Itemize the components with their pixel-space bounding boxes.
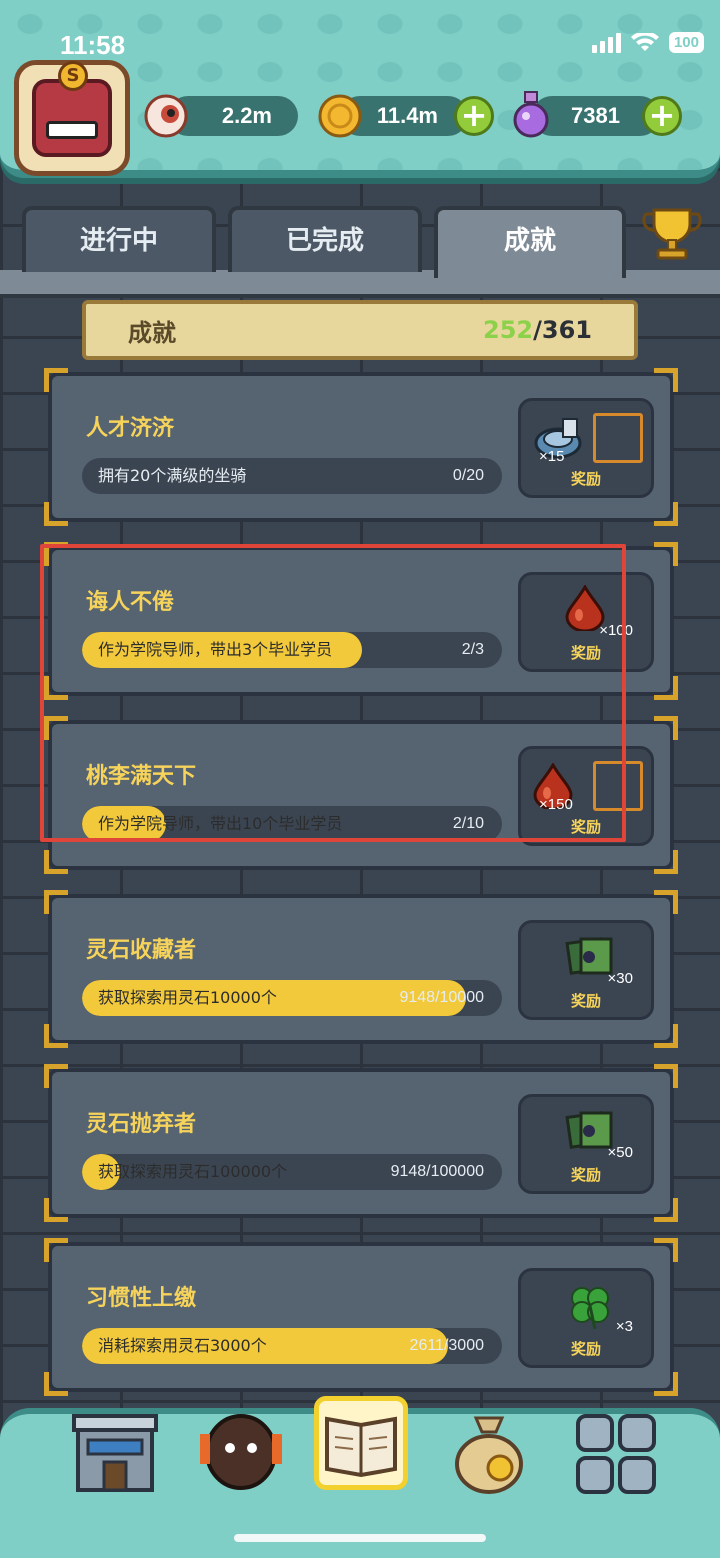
card-corner-ornament xyxy=(654,502,678,526)
empty-reward-slot xyxy=(593,413,643,463)
achievement-description: 消耗探索用灵石3000个 xyxy=(98,1336,267,1355)
resource-coin-value: 11.4m xyxy=(376,103,438,128)
reward-quantity: ×30 xyxy=(607,970,633,987)
grid-icon xyxy=(576,1414,656,1494)
reward-label: 奖励 xyxy=(570,992,601,1010)
achievement-title: 人才济济 xyxy=(86,416,175,441)
summary-separator: / xyxy=(533,316,542,344)
progress-bar: 消耗探索用灵石3000个 2611/3000 xyxy=(82,1328,502,1364)
achievement-title: 灵石抛弃者 xyxy=(86,1112,197,1137)
reward-box[interactable]: ×30 奖励 xyxy=(518,920,654,1020)
nav-monster[interactable] xyxy=(196,1404,286,1494)
eye-icon xyxy=(144,94,188,138)
status-time: 11:58 xyxy=(60,30,126,60)
coin-icon xyxy=(318,94,362,138)
card-corner-ornament xyxy=(654,850,678,874)
nav-money-bag[interactable] xyxy=(444,1406,534,1496)
summary-current: 252 xyxy=(483,316,534,344)
card-corner-ornament xyxy=(654,1024,678,1048)
card-corner-ornament xyxy=(44,368,68,392)
achievement-card[interactable]: 习惯性上缴消耗探索用灵石3000个 2611/3000 ×3 奖励 xyxy=(44,1238,678,1396)
highlight-box xyxy=(40,544,626,842)
card-corner-ornament xyxy=(44,1198,68,1222)
card-corner-ornament xyxy=(44,1238,68,1262)
signal-icon xyxy=(591,32,621,53)
reward-quantity: ×3 xyxy=(615,1318,633,1335)
reward-box[interactable]: ×3 奖励 xyxy=(518,1268,654,1368)
summary-count: 252/361 xyxy=(483,316,592,344)
card-corner-ornament xyxy=(654,542,678,566)
card-corner-ornament xyxy=(654,676,678,700)
reward-box[interactable]: ×15 奖励 xyxy=(518,398,654,498)
nav-building[interactable] xyxy=(70,1406,160,1496)
resource-eye-value: 2.2m xyxy=(221,103,272,128)
progress-bar: 获取探索用灵石10000个 9148/10000 xyxy=(82,980,502,1016)
wifi-icon xyxy=(630,32,659,51)
reward-label: 奖励 xyxy=(570,1340,601,1358)
reward-quantity: ×15 xyxy=(539,448,565,465)
achievement-card[interactable]: 人才济济拥有20个满级的坐骑 0/20 ×15 奖励 xyxy=(44,368,678,526)
building-icon xyxy=(72,1414,158,1492)
reward-box[interactable]: ×50 奖励 xyxy=(518,1094,654,1194)
achievement-description: 获取探索用灵石100000个 xyxy=(98,1162,288,1181)
battery-icon: 100 xyxy=(668,32,704,53)
achievement-summary: 成就 252/361 xyxy=(82,300,638,360)
avatar-face: S xyxy=(32,61,112,157)
trophy-icon[interactable] xyxy=(640,202,704,266)
card-corner-ornament xyxy=(44,1064,68,1088)
resource-potion-value: 7381 xyxy=(571,103,620,128)
achievement-description: 获取探索用灵石10000个 xyxy=(98,988,277,1007)
monster-icon xyxy=(200,1414,282,1490)
money-bag-icon xyxy=(455,1416,523,1494)
home-indicator[interactable] xyxy=(234,1534,486,1542)
tab-achievements[interactable]: 成就 xyxy=(434,206,626,278)
card-corner-ornament xyxy=(654,1198,678,1222)
progress-text: 2611/3000 xyxy=(409,1337,484,1354)
achievement-card[interactable]: 灵石收藏者获取探索用灵石10000个 9148/10000 ×30 奖励 xyxy=(44,890,678,1048)
progress-text: 9148/100000 xyxy=(390,1163,484,1180)
avatar-teeth xyxy=(46,121,98,139)
progress-bar: 获取探索用灵石100000个 9148/100000 xyxy=(82,1154,502,1190)
tab-completed[interactable]: 已完成 xyxy=(228,206,422,272)
tab-in-progress[interactable]: 进行中 xyxy=(22,206,216,272)
avatar[interactable]: S xyxy=(14,60,130,176)
card-corner-ornament xyxy=(654,368,678,392)
card-corner-ornament xyxy=(654,1372,678,1396)
achievement-card[interactable]: 灵石抛弃者获取探索用灵石100000个 9148/100000 ×50 奖励 xyxy=(44,1064,678,1222)
progress-bar: 拥有20个满级的坐骑 0/20 xyxy=(82,458,502,494)
card-corner-ornament xyxy=(44,850,68,874)
add-potion-button[interactable]: + xyxy=(642,96,682,136)
achievement-description: 拥有20个满级的坐骑 xyxy=(98,466,247,485)
nav-book[interactable] xyxy=(314,1396,408,1490)
clover-icon xyxy=(565,1281,615,1335)
card-corner-ornament xyxy=(44,1024,68,1048)
card-corner-ornament xyxy=(654,890,678,914)
book-icon xyxy=(325,1416,397,1478)
reward-label: 奖励 xyxy=(570,470,601,488)
summary-label: 成就 xyxy=(128,318,176,347)
card-corner-ornament xyxy=(654,1238,678,1262)
achievement-title: 灵石收藏者 xyxy=(86,938,197,963)
card-corner-ornament xyxy=(44,890,68,914)
card-corner-ornament xyxy=(654,1064,678,1088)
rank-s-icon: S xyxy=(58,61,88,91)
reward-quantity: ×50 xyxy=(607,1144,633,1161)
card-corner-ornament xyxy=(44,502,68,526)
card-corner-ornament xyxy=(654,716,678,740)
progress-text: 9148/10000 xyxy=(399,989,484,1006)
nav-grid[interactable] xyxy=(572,1410,662,1500)
reward-label: 奖励 xyxy=(570,1166,601,1184)
progress-text: 0/20 xyxy=(452,467,484,484)
potion-icon xyxy=(513,91,549,138)
status-icons: 100 xyxy=(591,32,704,53)
add-coin-button[interactable]: + xyxy=(454,96,494,136)
summary-total: 361 xyxy=(541,316,592,344)
achievement-title: 习惯性上缴 xyxy=(86,1286,197,1311)
card-corner-ornament xyxy=(44,1372,68,1396)
